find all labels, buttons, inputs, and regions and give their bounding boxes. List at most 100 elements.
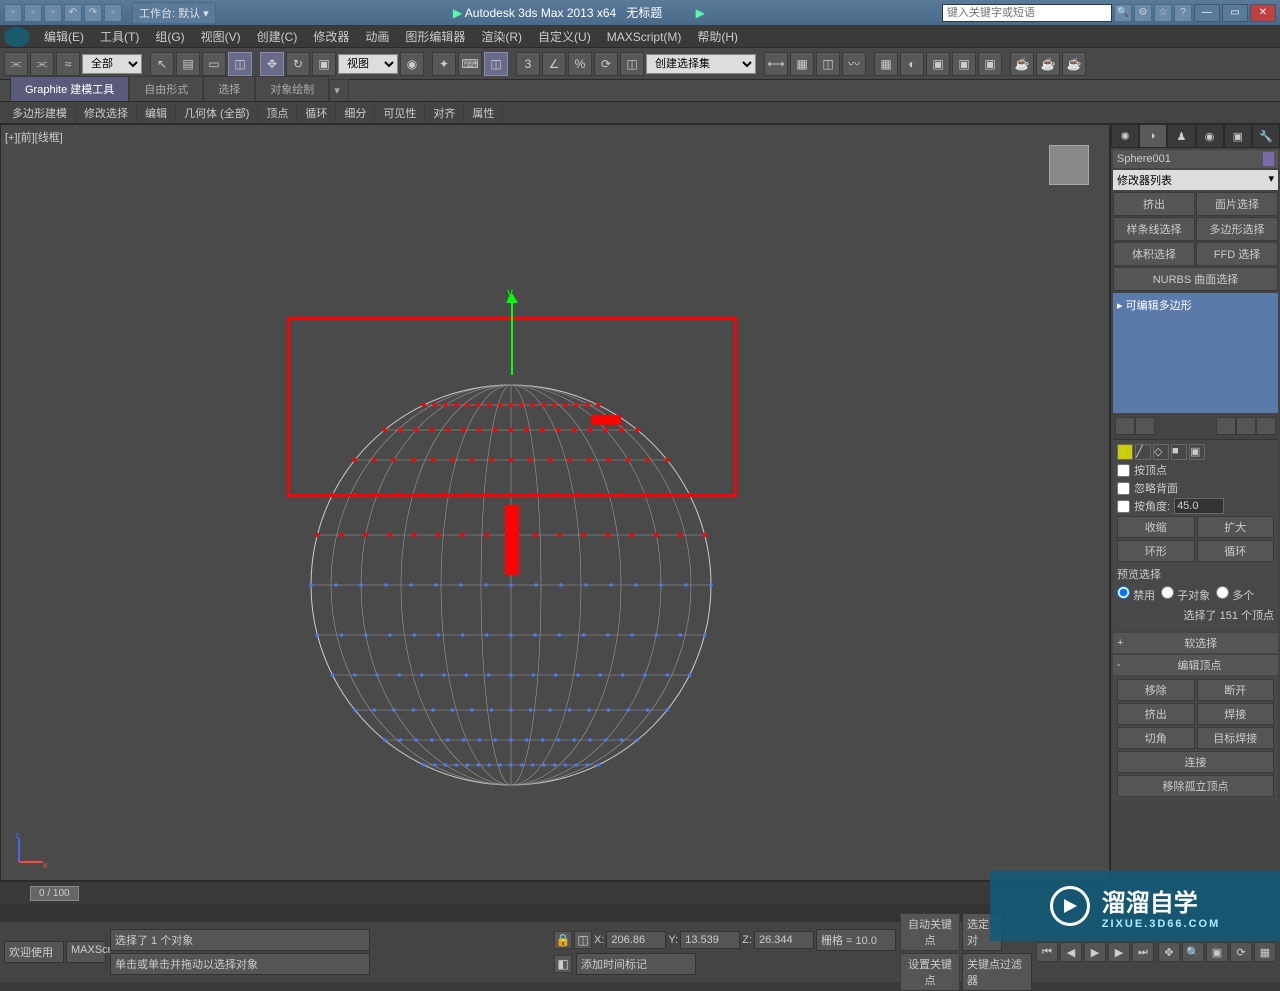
menu-rendering[interactable]: 渲染(R): [473, 26, 530, 47]
modifier-list-dropdown[interactable]: 修改器列表▾: [1113, 170, 1278, 190]
snap-3-icon[interactable]: 3: [516, 52, 540, 76]
motion-panel-icon[interactable]: ◉: [1196, 124, 1224, 148]
break-button[interactable]: 断开: [1197, 679, 1275, 701]
teapot2-icon[interactable]: ☕: [1036, 52, 1060, 76]
viewport-label[interactable]: [+][前][线框]: [5, 129, 63, 145]
window-crossing-icon[interactable]: ◫: [228, 52, 252, 76]
remove-iso-button[interactable]: 移除孤立顶点: [1117, 775, 1274, 797]
loop-button[interactable]: 循环: [1197, 540, 1275, 562]
pivot-center-icon[interactable]: ◉: [400, 52, 424, 76]
viewcube-icon[interactable]: [1049, 145, 1089, 185]
sub-align[interactable]: 对齐: [425, 103, 464, 123]
tab-expand-icon[interactable]: ▾: [329, 79, 349, 101]
orbit-icon[interactable]: ⟳: [1230, 942, 1252, 962]
minimize-button[interactable]: —: [1194, 4, 1220, 22]
z-input[interactable]: [754, 931, 814, 949]
link-tool-icon[interactable]: ⫘: [4, 52, 28, 76]
align-icon[interactable]: ▦: [790, 52, 814, 76]
snap-2d-icon[interactable]: ◫: [484, 52, 508, 76]
curve-editor-icon[interactable]: 〰: [842, 52, 866, 76]
app-menu-icon[interactable]: [4, 27, 30, 47]
by-angle-checkbox[interactable]: [1117, 500, 1130, 513]
sub-visibility[interactable]: 可见性: [375, 103, 425, 123]
spinner-snap-icon[interactable]: ⟳: [594, 52, 618, 76]
preview-disable-radio[interactable]: 禁用: [1117, 586, 1155, 603]
menu-group[interactable]: 组(G): [147, 26, 192, 47]
link-icon[interactable]: ▫: [104, 4, 122, 22]
ignore-backfacing-checkbox[interactable]: [1117, 482, 1130, 495]
configure-sets-icon[interactable]: [1256, 417, 1276, 435]
redo-icon[interactable]: ↷: [84, 4, 102, 22]
polygon-level-icon[interactable]: ■: [1171, 444, 1187, 460]
object-name-field[interactable]: [1113, 150, 1278, 168]
tab-selection[interactable]: 选择: [203, 76, 255, 101]
prev-frame-icon[interactable]: ◀: [1060, 942, 1082, 962]
lock-selection-icon[interactable]: 🔒: [554, 931, 572, 949]
menu-edit[interactable]: 编辑(E): [36, 26, 92, 47]
ring-button[interactable]: 环形: [1117, 540, 1195, 562]
viewport[interactable]: [+][前][线框] (function(){ var g=document.g…: [0, 124, 1110, 881]
menu-tools[interactable]: 工具(T): [92, 26, 147, 47]
favorites-icon[interactable]: ☆: [1154, 4, 1172, 22]
display-panel-icon[interactable]: ▣: [1224, 124, 1252, 148]
set-key-button[interactable]: 设置关键点: [900, 953, 960, 991]
tab-object-paint[interactable]: 对象绘制: [255, 76, 329, 101]
pan-icon[interactable]: ✥: [1158, 942, 1180, 962]
border-level-icon[interactable]: ◇: [1153, 444, 1169, 460]
close-button[interactable]: ✕: [1250, 4, 1276, 22]
open-icon[interactable]: ▫: [24, 4, 42, 22]
target-weld-button[interactable]: 目标焊接: [1197, 727, 1275, 749]
render-production-icon[interactable]: ▣: [978, 52, 1002, 76]
keyboard-shortcut-icon[interactable]: ⌨: [458, 52, 482, 76]
select-move-icon[interactable]: ✥: [260, 52, 284, 76]
mod-poly-select[interactable]: 多边形选择: [1196, 217, 1278, 241]
search-input[interactable]: [942, 4, 1112, 22]
menu-graph-editors[interactable]: 图形编辑器: [397, 26, 473, 47]
mod-vol-select[interactable]: 体积选择: [1113, 242, 1195, 266]
sub-props[interactable]: 属性: [464, 103, 503, 123]
sub-subdiv[interactable]: 细分: [336, 103, 375, 123]
search-icon[interactable]: 🔍: [1114, 4, 1132, 22]
object-color-swatch[interactable]: [1263, 152, 1274, 166]
vertex-level-icon[interactable]: ∴: [1117, 444, 1133, 460]
remove-button[interactable]: 移除: [1117, 679, 1195, 701]
y-input[interactable]: [680, 931, 740, 949]
connect-button[interactable]: 连接: [1117, 751, 1274, 773]
soft-selection-rollout-header[interactable]: +软选择: [1113, 633, 1278, 653]
chamfer-button[interactable]: 切角: [1117, 727, 1195, 749]
layers-icon[interactable]: ◫: [816, 52, 840, 76]
show-end-result-icon[interactable]: [1135, 417, 1155, 435]
angle-spinner[interactable]: [1174, 498, 1224, 514]
new-icon[interactable]: ▫: [4, 4, 22, 22]
select-rect-icon[interactable]: ▭: [202, 52, 226, 76]
menu-maxscript[interactable]: MAXScript(M): [599, 28, 690, 46]
mirror-icon[interactable]: ⟷: [764, 52, 788, 76]
sub-vertex[interactable]: 顶点: [258, 103, 297, 123]
sub-modify-sel[interactable]: 修改选择: [76, 103, 137, 123]
tab-freeform[interactable]: 自由形式: [129, 76, 203, 101]
tab-graphite[interactable]: Graphite 建模工具: [10, 76, 129, 101]
mod-nurbs-select[interactable]: NURBS 曲面选择: [1113, 267, 1278, 291]
x-input[interactable]: [606, 931, 666, 949]
modify-panel-icon[interactable]: ◗: [1139, 124, 1167, 148]
sub-poly-model[interactable]: 多边形建模: [4, 103, 76, 123]
menu-views[interactable]: 视图(V): [193, 26, 249, 47]
goto-end-icon[interactable]: ⏭: [1132, 942, 1154, 962]
script-listener[interactable]: MAXScr: [66, 941, 106, 963]
shrink-button[interactable]: 收缩: [1117, 516, 1195, 538]
select-name-icon[interactable]: ▤: [176, 52, 200, 76]
sub-loop[interactable]: 循环: [297, 103, 336, 123]
add-time-tag[interactable]: 添加时间标记: [576, 953, 696, 975]
key-filter[interactable]: 关键点过滤器: [962, 953, 1032, 991]
maximize-button[interactable]: ▭: [1222, 4, 1248, 22]
workspace-selector[interactable]: 工作台: 默认 ▾: [132, 2, 216, 24]
edged-faces-icon[interactable]: ◫: [620, 52, 644, 76]
next-frame-icon[interactable]: ▶: [1108, 942, 1130, 962]
communication-icon[interactable]: ⚙: [1134, 4, 1152, 22]
mod-spline-select[interactable]: 样条线选择: [1113, 217, 1195, 241]
reference-coord[interactable]: 视图: [338, 54, 398, 74]
make-unique-icon[interactable]: [1216, 417, 1236, 435]
preview-multi-radio[interactable]: 多个: [1216, 586, 1254, 603]
undo-icon[interactable]: ↶: [64, 4, 82, 22]
time-slider-handle[interactable]: 0 / 100: [30, 886, 79, 901]
